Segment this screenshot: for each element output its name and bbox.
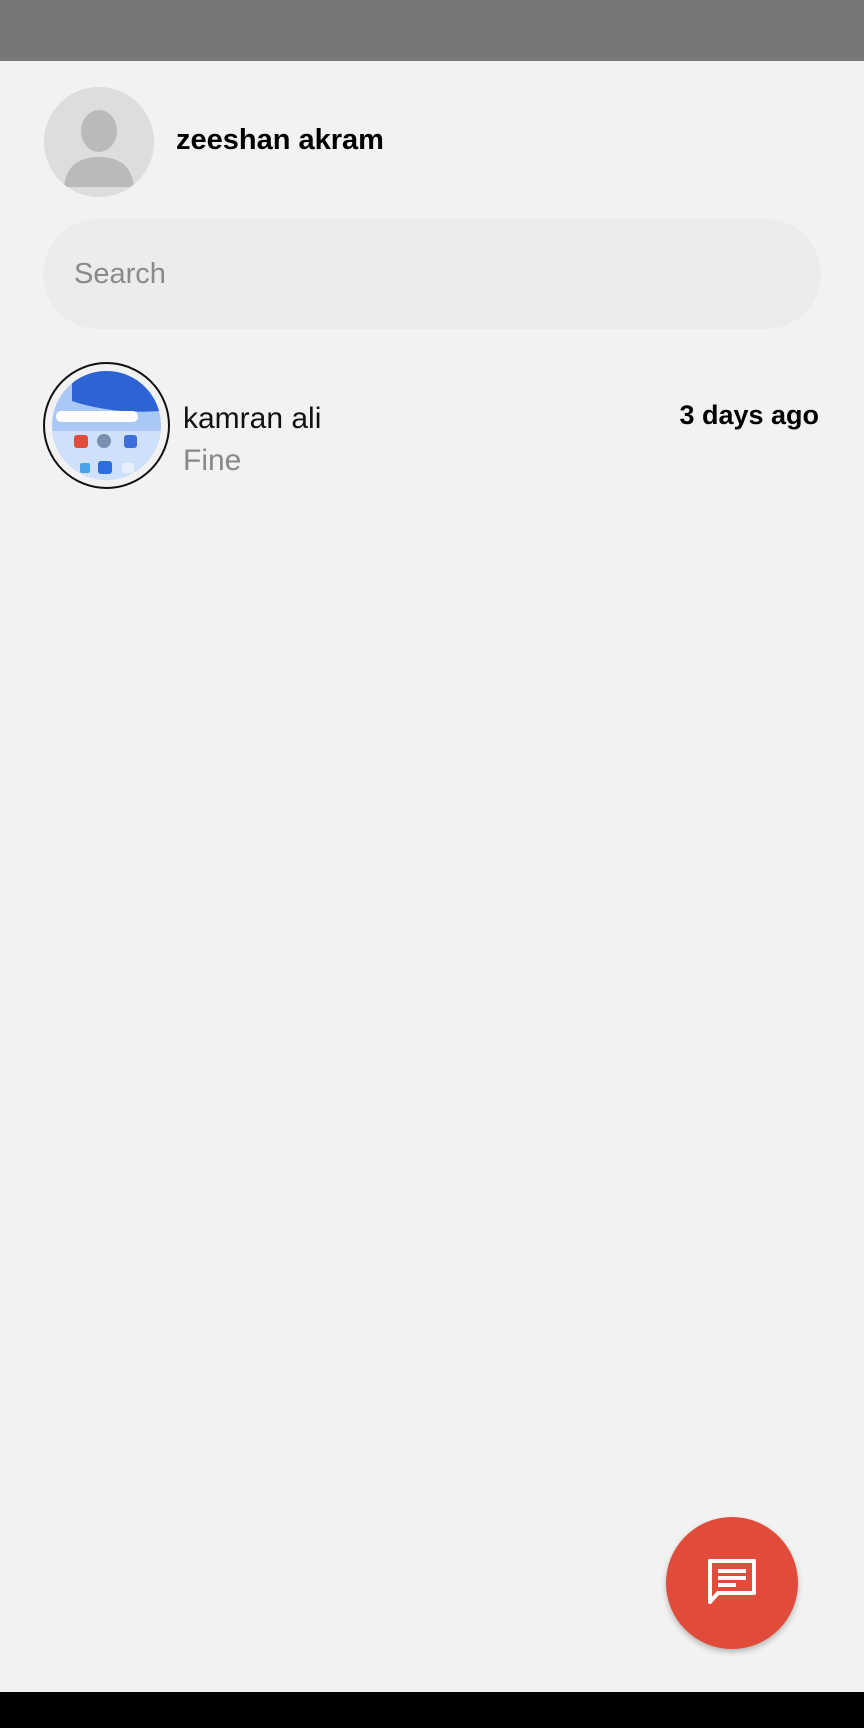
chat-contact-name: kamran ali: [183, 402, 322, 435]
chat-timestamp: 3 days ago: [679, 400, 819, 430]
search-input[interactable]: [74, 219, 774, 329]
navigation-bar: [0, 1692, 864, 1728]
search-bar[interactable]: [43, 219, 821, 329]
new-message-icon: [704, 1555, 760, 1611]
status-bar: [0, 0, 864, 61]
chat-last-message: Fine: [183, 444, 242, 477]
person-icon: [44, 87, 154, 197]
new-message-button[interactable]: [666, 1517, 798, 1649]
profile-avatar[interactable]: [44, 87, 154, 197]
phone-screenshot-icon: [52, 371, 161, 480]
profile-name: zeeshan akram: [176, 124, 384, 156]
chat-avatar[interactable]: [43, 362, 170, 489]
chat-list-item[interactable]: kamran ali Fine 3 days ago: [43, 362, 821, 494]
